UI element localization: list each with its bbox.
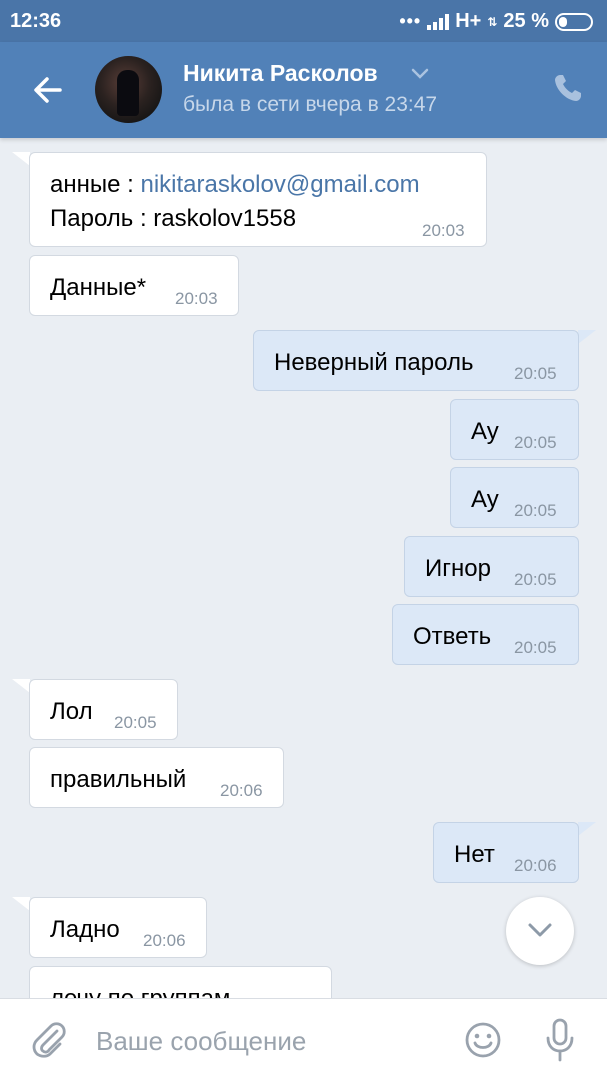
battery-percent: 25 %: [503, 10, 549, 32]
message-line: Пароль : raskolov1558: [50, 205, 297, 232]
message-time: 20:05: [514, 433, 557, 452]
status-bar: 12:36 ••• H+ ⇅ 25 %: [0, 0, 607, 42]
bubble-tail: [578, 822, 596, 836]
message-time: 20:06: [514, 856, 557, 875]
avatar[interactable]: [95, 56, 162, 123]
message-text: правильный: [50, 766, 187, 793]
microphone-icon[interactable]: [543, 1017, 577, 1063]
network-type: H+: [455, 10, 482, 32]
message-outgoing[interactable]: Неверный пароль 20:05: [253, 330, 579, 391]
message-time: 20:05: [514, 501, 557, 520]
message-text: Ответь: [413, 623, 492, 650]
message-time: 20:03: [422, 221, 465, 240]
status-indicators: ••• H+ ⇅ 25 %: [399, 10, 593, 33]
message-incoming[interactable]: правильный 20:06: [29, 747, 284, 808]
message-text: Ау: [471, 418, 499, 445]
battery-icon: [555, 12, 593, 31]
bubble-tail: [12, 897, 30, 911]
contact-name[interactable]: Никита Расколов: [183, 60, 378, 87]
message-text: Лол: [50, 698, 93, 725]
message-outgoing[interactable]: Ау 20:05: [450, 399, 579, 460]
message-incoming[interactable]: Данные* 20:03: [29, 255, 239, 316]
smiley-icon[interactable]: [464, 1021, 502, 1059]
bubble-tail: [578, 330, 596, 344]
message-text: Нет: [454, 841, 495, 868]
message-outgoing[interactable]: Ау 20:05: [450, 467, 579, 528]
message-text: Данные*: [50, 274, 147, 301]
message-incoming[interactable]: Лол 20:05: [29, 679, 178, 740]
message-time: 20:05: [114, 713, 157, 732]
message-line: анные : nikitaraskolov@gmail.com: [50, 171, 420, 198]
signal-icon: [427, 13, 450, 30]
data-arrows-icon: ⇅: [487, 14, 498, 29]
message-input[interactable]: [96, 1023, 436, 1059]
chevron-down-icon: [528, 923, 552, 937]
scroll-down-button[interactable]: [506, 897, 574, 965]
message-time: 20:05: [514, 364, 557, 383]
last-seen-status: была в сети вчера в 23:47: [183, 93, 438, 116]
message-time: 20:05: [514, 638, 557, 657]
email-link[interactable]: nikitaraskolov@gmail.com: [140, 171, 419, 198]
message-incoming[interactable]: анные : nikitaraskolov@gmail.com Пароль …: [29, 152, 487, 247]
message-time: 20:06: [143, 931, 186, 950]
bubble-tail: [12, 152, 30, 166]
status-time: 12:36: [10, 10, 62, 32]
bubble-tail: [12, 679, 30, 693]
message-outgoing[interactable]: Ответь 20:05: [392, 604, 579, 665]
message-time: 20:05: [514, 570, 557, 589]
message-text: Ладно: [50, 916, 120, 943]
chevron-down-icon[interactable]: [410, 66, 430, 80]
message-outgoing[interactable]: Нет 20:06: [433, 822, 579, 883]
chat-header: Никита Расколов была в сети вчера в 23:4…: [0, 42, 607, 138]
notification-dots-icon: •••: [399, 11, 422, 31]
message-text: Игнор: [425, 555, 491, 582]
message-text: лечу по группам: [50, 985, 230, 998]
arrow-left-icon[interactable]: [30, 72, 66, 108]
paperclip-icon[interactable]: [30, 1021, 68, 1059]
message-text: Ау: [471, 486, 499, 513]
message-time: 20:03: [175, 289, 218, 308]
message-text: Неверный пароль: [274, 349, 474, 376]
message-list[interactable]: анные : nikitaraskolov@gmail.com Пароль …: [0, 138, 607, 998]
message-outgoing[interactable]: Игнор 20:05: [404, 536, 579, 597]
message-incoming[interactable]: Ладно 20:06: [29, 897, 207, 958]
message-incoming[interactable]: лечу по группам: [29, 966, 332, 998]
message-composer: [0, 998, 607, 1080]
message-time: 20:06: [220, 781, 263, 800]
phone-icon[interactable]: [552, 72, 584, 104]
